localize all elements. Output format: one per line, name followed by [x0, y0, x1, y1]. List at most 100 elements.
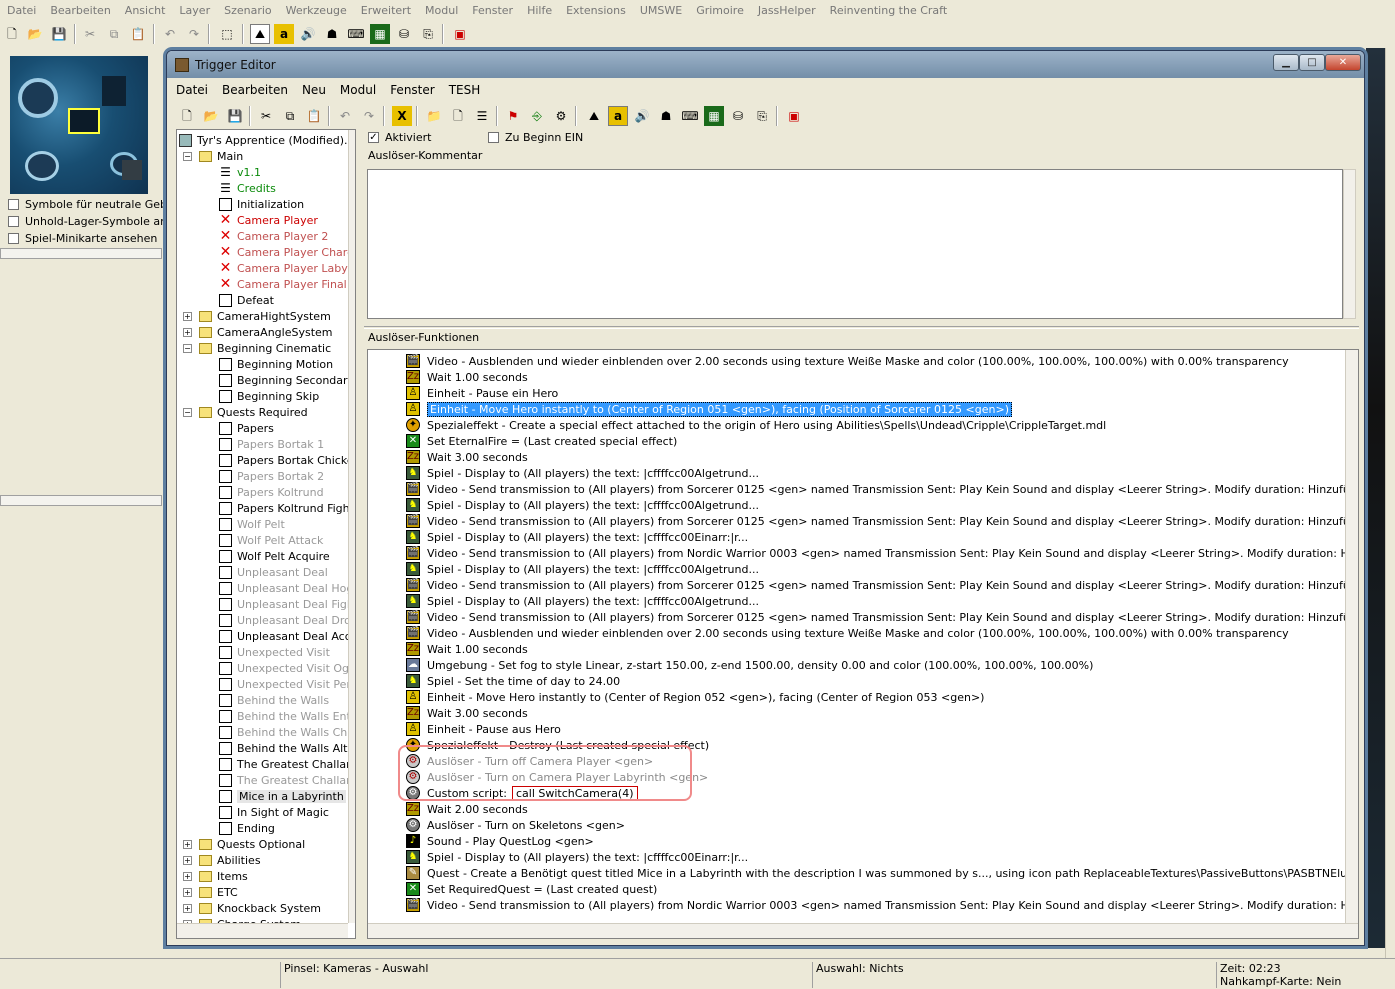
ai-editor-icon[interactable]: ⌨	[680, 106, 700, 126]
paste-icon[interactable]: 📋	[128, 24, 148, 44]
new-comment-icon[interactable]: ☰	[472, 106, 492, 126]
tree-item[interactable]: Wolf Pelt Attack	[219, 532, 323, 548]
tree-item[interactable]: Unexpected Visit	[219, 644, 330, 660]
copy-icon[interactable]: ⧉	[280, 106, 300, 126]
function-row[interactable]: ♙ Einheit - Pause ein Hero	[406, 385, 1356, 401]
undo-icon[interactable]: ↶	[335, 106, 355, 126]
tree-item[interactable]: Main	[199, 148, 243, 164]
trigger-tree[interactable]: Tyr's Apprentice (Modified).w3− Main ☰ v1.1…	[176, 129, 356, 939]
panel-scrollbar[interactable]	[0, 495, 162, 506]
tree-item[interactable]: Quests Optional	[199, 836, 305, 852]
tree-item[interactable]: ✕ Camera Player Final	[219, 276, 347, 292]
tree-item[interactable]: ✕ Camera Player Charge	[219, 244, 355, 260]
import-manager-icon[interactable]: ⛁	[394, 24, 414, 44]
object-editor-icon[interactable]: a	[608, 106, 628, 126]
tree-item[interactable]: CameraAngleSystem	[199, 324, 333, 340]
function-row[interactable]: 🎬 Video - Send transmission to (All playe…	[406, 609, 1356, 625]
main-menu-item[interactable]: Bearbeiten	[43, 4, 117, 17]
function-row[interactable]: 🎬 Video - Send transmission to (All playe…	[406, 577, 1356, 593]
comment-textarea[interactable]	[367, 169, 1343, 319]
tree-expander[interactable]: −	[183, 152, 192, 161]
function-row[interactable]: 🎬 Video - Send transmission to (All playe…	[406, 545, 1356, 561]
sound-editor-icon[interactable]: 🔊	[632, 106, 652, 126]
minimap[interactable]	[10, 56, 148, 194]
main-menu-item[interactable]: Modul	[418, 4, 465, 17]
tree-item[interactable]: Items	[199, 868, 248, 884]
main-menu-item[interactable]: JassHelper	[751, 4, 823, 17]
save-icon[interactable]: 💾	[225, 106, 245, 126]
tree-horizontal-scrollbar[interactable]	[177, 923, 348, 938]
function-row[interactable]: 🎬 Video - Send transmission to (All playe…	[406, 513, 1356, 529]
tree-item[interactable]: ☰ Credits	[219, 180, 276, 196]
tree-item[interactable]: ✕ Camera Player 2	[219, 228, 329, 244]
tree-item[interactable]: Unpleasant Deal Drop	[219, 612, 355, 628]
function-row[interactable]: 🎬 Video - Send transmission to (All playe…	[406, 897, 1356, 913]
tree-item[interactable]: Mice in a Labyrinth	[219, 788, 346, 804]
tree-item[interactable]: The Greatest Challang	[219, 772, 355, 788]
tree-expander[interactable]: +	[183, 872, 192, 881]
undo-icon[interactable]: ↶	[160, 24, 180, 44]
tree-item[interactable]: Papers Koltrund Fight	[219, 500, 354, 516]
tree-item[interactable]: Quests Required	[199, 404, 308, 420]
checkbox[interactable]	[8, 232, 19, 244]
main-menu-item[interactable]: UMSWE	[633, 4, 689, 17]
object-manager-icon[interactable]: ⎘	[418, 24, 438, 44]
paste-icon[interactable]: 📋	[304, 106, 324, 126]
main-menu-item[interactable]: Fenster	[465, 4, 520, 17]
tree-item[interactable]: Unpleasant Deal Hoga	[219, 580, 355, 596]
function-row[interactable]: ✦ Spezialeffekt - Create a special effect…	[406, 417, 1356, 433]
tree-item[interactable]: CameraHightSystem	[199, 308, 331, 324]
function-row[interactable]: Zz Wait 1.00 seconds	[406, 641, 1356, 657]
trigger-menu-item[interactable]: Bearbeiten	[215, 83, 295, 97]
main-menu-item[interactable]: Grimoire	[689, 4, 751, 17]
checkbox[interactable]	[8, 198, 19, 210]
new-map-icon[interactable]: 🗋	[2, 24, 22, 44]
tree-expander[interactable]: +	[183, 328, 192, 337]
function-row[interactable]: ✕ Set EternalFire = (Last created special…	[406, 433, 1356, 449]
function-row[interactable]: ♞ Spiel - Display to (All players) the te…	[406, 529, 1356, 545]
tree-expander[interactable]: −	[183, 344, 192, 353]
functions-horizontal-scrollbar[interactable]	[368, 923, 1358, 938]
trigger-menu-item[interactable]: Fenster	[383, 83, 442, 97]
tree-item[interactable]: Defeat	[219, 292, 274, 308]
main-menu-item[interactable]: Layer	[172, 4, 217, 17]
tree-item[interactable]: ✕ Camera Player	[219, 212, 318, 228]
sound-editor-icon[interactable]: 🔊	[298, 24, 318, 44]
function-row[interactable]: ♙ Einheit - Pause aus Hero	[406, 721, 1356, 737]
initially-on-checkbox[interactable]	[488, 132, 499, 143]
new-action-icon[interactable]: ⚙	[551, 106, 571, 126]
tree-item[interactable]: Beginning Motion	[219, 356, 333, 372]
new-category-icon[interactable]: 📁	[424, 106, 444, 126]
save-icon[interactable]: 💾	[49, 24, 69, 44]
object-manager-icon[interactable]: ⎘	[752, 106, 772, 126]
function-row[interactable]: 🎬 Video - Ausblenden und wieder einblende…	[406, 353, 1356, 369]
main-menu-item[interactable]: Hilfe	[520, 4, 559, 17]
open-folder-icon[interactable]: 📂	[25, 24, 45, 44]
tree-expander[interactable]: +	[183, 312, 192, 321]
tree-item[interactable]: Unexpected Visit Perm	[219, 676, 355, 692]
tree-item[interactable]: Unpleasant Deal	[219, 564, 328, 580]
cut-icon[interactable]: ✂	[80, 24, 100, 44]
function-row[interactable]: ♙ Einheit - Move Hero instantly to (Cente…	[406, 401, 1356, 417]
trigger-menu-item[interactable]: TESH	[442, 83, 488, 97]
ai-editor-icon[interactable]: ⌨	[346, 24, 366, 44]
tree-item[interactable]: Unpleasant Deal Fight	[219, 596, 355, 612]
new-condition-icon[interactable]: ⎆	[527, 106, 547, 126]
option-game-minimap[interactable]: Spiel-Minikarte ansehen	[8, 230, 164, 246]
function-row[interactable]: Zz Wait 1.00 seconds	[406, 369, 1356, 385]
select-region-icon[interactable]: ⬚	[217, 24, 237, 44]
tree-expander[interactable]: +	[183, 888, 192, 897]
functions-vertical-scrollbar[interactable]	[1345, 350, 1358, 923]
option-creep-camp-icons[interactable]: Unhold-Lager-Symbole anze	[8, 213, 164, 229]
tree-item[interactable]: In Sight of Magic	[219, 804, 329, 820]
open-folder-icon[interactable]: 📂	[201, 106, 221, 126]
trigger-editor-titlebar[interactable]: Trigger Editor ▁ □ ✕	[167, 51, 1364, 78]
function-row[interactable]: ☁ Umgebung - Set fog to style Linear, z-s…	[406, 657, 1356, 673]
test-map-icon[interactable]: ▣	[450, 24, 470, 44]
tree-expander[interactable]: −	[183, 408, 192, 417]
terrain-editor-icon[interactable]: ⛰	[584, 106, 604, 126]
function-row[interactable]: 🎬 Video - Send transmission to (All playe…	[406, 481, 1356, 497]
maximize-button[interactable]: □	[1299, 54, 1325, 71]
function-row[interactable]: ♞ Spiel - Display to (All players) the te…	[406, 561, 1356, 577]
main-menu-item[interactable]: Werkzeuge	[279, 4, 354, 17]
